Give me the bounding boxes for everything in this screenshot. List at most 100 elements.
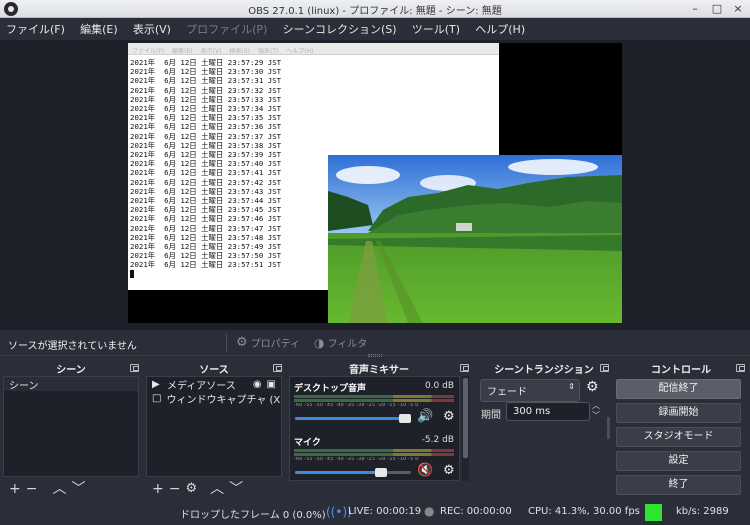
gear-icon[interactable]: ⚙ [586, 379, 599, 395]
duration-value: 300 ms [513, 406, 551, 417]
lock-icon[interactable]: ▣ [267, 379, 276, 390]
remove-icon[interactable]: − [169, 480, 181, 498]
volume-slider[interactable] [295, 468, 411, 477]
sources-toolbar: + − ⚙ ︿ ﹀ [146, 479, 282, 499]
controls-dock: コントロール 配信終了 録画開始 スタジオモード 設定 終了 [614, 361, 748, 499]
transitions-title: シーントランジション [494, 365, 594, 376]
menu-help[interactable]: ヘルプ(H) [469, 18, 531, 40]
scenes-title: シーン [56, 365, 86, 376]
window-icon: □ [152, 392, 162, 404]
source-item[interactable]: □ ウィンドウキャプチャ (X [147, 391, 281, 406]
properties-label: プロパティ [250, 339, 301, 350]
settings-button[interactable]: 設定 [616, 451, 741, 471]
preview-area[interactable]: ファイル(F) 編集(E) 表示(V) 検索(S) 端末(T) ヘルプ(H) 2021年 … [0, 40, 750, 330]
menu-edit[interactable]: 編集(E) [74, 18, 124, 40]
undock-icon[interactable] [273, 364, 282, 372]
spin-arrows-icon[interactable]: ︿ ﹀ [592, 401, 600, 421]
gear-icon[interactable]: ⚙ [185, 480, 197, 498]
scenes-toolbar: + − ︿ ﹀ [3, 479, 139, 499]
source-item-label: メディアソース [167, 380, 236, 392]
menu-scene-collection[interactable]: シーンコレクション(S) [277, 18, 403, 40]
terminal-line: 2021年 6月 12日 土曜日 23:57:31 JST [130, 76, 282, 86]
start-recording-button[interactable]: 録画開始 [616, 403, 741, 423]
resize-handle[interactable] [607, 417, 610, 439]
exit-button[interactable]: 終了 [616, 475, 741, 495]
preview-canvas[interactable]: ファイル(F) 編集(E) 表示(V) 検索(S) 端末(T) ヘルプ(H) 2021年 … [128, 43, 622, 323]
undock-icon[interactable] [736, 364, 745, 372]
terminal-menu: ファイル(F) 編集(E) 表示(V) 検索(S) 端末(T) ヘルプ(H) [128, 43, 499, 55]
move-down-icon[interactable]: ﹀ [71, 480, 85, 498]
channel-name: デスクトップ音声 [294, 384, 367, 394]
terminal-line: 2021年 6月 12日 土曜日 23:57:36 JST [130, 122, 282, 132]
gear-icon[interactable]: ⚙ [443, 409, 455, 424]
filter-icon: ◑ [314, 335, 325, 350]
sources-list[interactable]: ▶ メディアソース ◉ ▣ □ ウィンドウキャプチャ (X [146, 376, 282, 477]
menu-view[interactable]: 表示(V) [127, 18, 177, 40]
volume-slider[interactable] [295, 414, 412, 423]
terminal-line: 2021年 6月 12日 土曜日 23:57:37 JST [130, 131, 282, 141]
terminal-menu-item: ヘルプ(H) [286, 48, 314, 55]
speaker-icon[interactable]: 🔊 [417, 409, 433, 424]
menu-tools[interactable]: ツール(T) [406, 18, 466, 40]
scenes-list[interactable]: シーン [3, 376, 139, 477]
filters-button[interactable]: ◑ フィルタ [314, 335, 368, 351]
scenes-dock: シーン シーン + − ︿ ﹀ [0, 361, 142, 499]
speaker-muted-icon[interactable]: 🔇 [417, 463, 433, 478]
sources-title: ソース [199, 365, 229, 376]
stop-streaming-button[interactable]: 配信終了 [616, 379, 741, 399]
gear-icon[interactable]: ⚙ [443, 463, 455, 478]
scene-item[interactable]: シーン [4, 377, 138, 391]
meter-scale: -60 -55 -50 -45 -40 -35 -30 -25 -20 -15 … [294, 457, 419, 462]
rec-dot-icon: ● [424, 504, 435, 518]
meter-scale: -60 -55 -50 -45 -40 -35 -30 -25 -20 -15 … [294, 403, 419, 408]
duration-spinbox[interactable]: 300 ms [506, 402, 590, 421]
volume-meter [294, 453, 454, 456]
title-bar: OBS 27.0.1 (linux) - プロファイル: 無題 - シーン: 無… [0, 0, 750, 18]
add-icon[interactable]: + [152, 480, 164, 498]
remove-icon[interactable]: − [26, 480, 38, 498]
close-button[interactable]: × [731, 2, 745, 16]
mixer-panel: デスクトップ音声 0.0 dB -60 -55 -50 -45 -40 -35 … [289, 376, 460, 481]
move-up-icon[interactable]: ︿ [52, 480, 66, 498]
channel-db: -5.2 dB [421, 435, 454, 445]
connection-status-indicator [645, 504, 662, 521]
terminal-menu-item: 編集(E) [172, 48, 193, 55]
mixer-scrollbar[interactable] [462, 376, 469, 481]
rice-field-media-source [328, 155, 622, 323]
window-title: OBS 27.0.1 (linux) - プロファイル: 無題 - シーン: 無… [248, 6, 502, 17]
transition-select-value: フェード [487, 387, 527, 398]
terminal-line: 2021年 6月 12日 土曜日 23:57:29 JST [130, 58, 282, 67]
live-time: LIVE: 00:00:19 [348, 506, 422, 517]
undock-icon[interactable] [130, 364, 139, 372]
terminal-line: 2021年 6月 12日 土曜日 23:57:32 JST [130, 85, 282, 95]
add-icon[interactable]: + [9, 480, 21, 498]
terminal-cursor [130, 269, 134, 278]
terminal-line: 2021年 6月 12日 土曜日 23:57:35 JST [130, 113, 282, 123]
no-source-selected-label: ソースが選択されていません [8, 341, 137, 352]
undock-icon[interactable] [460, 364, 469, 372]
transition-select[interactable]: フェード ⇕ [480, 379, 580, 402]
studio-mode-button[interactable]: スタジオモード [616, 427, 741, 447]
menu-profile[interactable]: プロファイル(P) [180, 18, 273, 40]
gear-icon: ⚙ [236, 335, 248, 350]
audio-mixer-dock: 音声ミキサー デスクトップ音声 0.0 dB -60 -55 -50 -45 -… [286, 361, 472, 499]
menu-file[interactable]: ファイル(F) [0, 18, 71, 40]
move-down-icon[interactable]: ﹀ [229, 480, 243, 498]
filters-label: フィルタ [327, 339, 368, 350]
properties-button[interactable]: ⚙ プロパティ [236, 335, 300, 350]
eye-icon[interactable]: ◉ [253, 379, 262, 390]
move-up-icon[interactable]: ︿ [210, 480, 224, 498]
mixer-channel-desktop: デスクトップ音声 0.0 dB -60 -55 -50 -45 -40 -35 … [293, 379, 456, 427]
terminal-line: 2021年 6月 12日 土曜日 23:57:33 JST [130, 94, 282, 104]
volume-meter [294, 395, 454, 398]
mixer-title: 音声ミキサー [349, 365, 409, 376]
terminal-menu-item: 表示(V) [200, 48, 222, 55]
maximize-button[interactable]: □ [710, 2, 724, 16]
undock-icon[interactable] [600, 364, 609, 372]
scene-transitions-dock: シーントランジション フェード ⇕ ⚙ 期間 300 ms ︿ ﹀ [476, 361, 612, 499]
splitter-handle[interactable] [368, 354, 382, 357]
dropped-frames: ドロップしたフレーム 0 (0.0%) [180, 510, 326, 521]
source-item[interactable]: ▶ メディアソース ◉ ▣ [147, 377, 281, 392]
minimize-button[interactable]: – [688, 2, 702, 16]
volume-meter [294, 449, 454, 452]
